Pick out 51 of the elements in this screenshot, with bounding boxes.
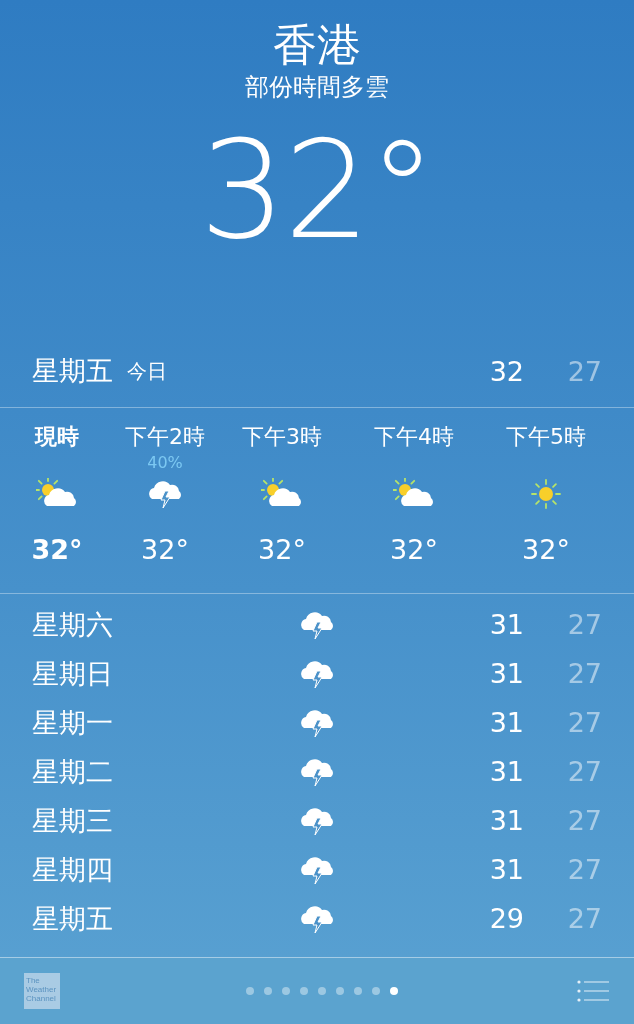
hour-temperature: 32°	[31, 534, 83, 565]
hour-label: 現時	[35, 423, 79, 451]
low-temperature: 27	[566, 805, 602, 836]
hour-label: 下午2時	[125, 423, 205, 451]
high-temperature: 32	[488, 355, 524, 387]
day-name: 星期六	[32, 607, 114, 642]
day-name: 星期五	[32, 901, 114, 936]
high-temperature: 31	[488, 756, 524, 787]
hour-temperature: 32°	[258, 534, 306, 565]
page-dot[interactable]	[372, 987, 380, 995]
low-temperature: 27	[566, 756, 602, 787]
today-label: 今日	[127, 357, 167, 385]
city-name: 香港	[273, 18, 361, 72]
hour-temperature: 32°	[141, 534, 189, 565]
page-dot[interactable]	[354, 987, 362, 995]
page-dot[interactable]	[300, 987, 308, 995]
hour-label: 下午3時	[242, 423, 322, 451]
day-name: 星期四	[32, 852, 114, 887]
high-temperature: 31	[488, 707, 524, 738]
current-temperature: 32°	[199, 110, 435, 270]
high-temperature: 31	[488, 854, 524, 885]
high-temperature: 29	[488, 903, 524, 934]
weather-channel-logo[interactable]: The Weather Channel	[24, 973, 60, 1009]
low-temperature: 27	[566, 903, 602, 934]
high-temperature: 31	[488, 609, 524, 640]
day-name: 星期日	[32, 656, 114, 691]
hour-temperature: 32°	[390, 534, 438, 565]
low-temperature: 27	[566, 707, 602, 738]
low-temperature: 27	[566, 658, 602, 689]
page-dot[interactable]	[246, 987, 254, 995]
low-temperature: 27	[566, 355, 602, 387]
page-dot[interactable]	[390, 987, 398, 995]
page-dot[interactable]	[318, 987, 326, 995]
day-name: 星期三	[32, 803, 114, 838]
day-name: 星期五	[32, 354, 113, 388]
page-dot[interactable]	[282, 987, 290, 995]
page-dot[interactable]	[336, 987, 344, 995]
sun-icon	[529, 477, 563, 511]
day-name: 星期一	[32, 705, 114, 740]
high-temperature: 31	[488, 805, 524, 836]
high-temperature: 31	[488, 658, 524, 689]
hour-temperature: 32°	[522, 534, 570, 565]
list-icon[interactable]	[576, 979, 610, 1003]
day-name: 星期二	[32, 754, 114, 789]
page-dot[interactable]	[264, 987, 272, 995]
low-temperature: 27	[566, 854, 602, 885]
low-temperature: 27	[566, 609, 602, 640]
precipitation-chance: 40%	[147, 452, 183, 474]
hour-label: 下午5時	[506, 423, 586, 451]
hour-label: 下午4時	[374, 423, 454, 451]
weather-condition: 部份時間多雲	[245, 72, 389, 102]
